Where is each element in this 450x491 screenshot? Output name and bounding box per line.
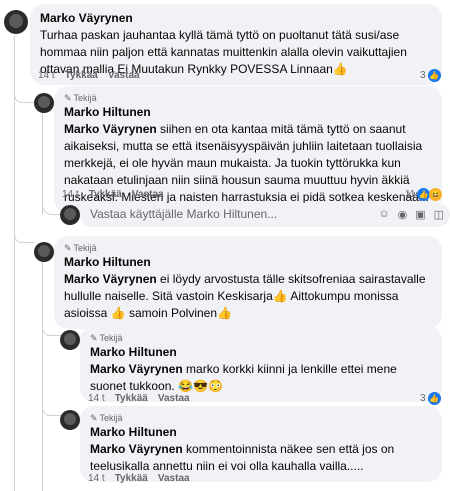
author-badge-label: Tekijä: [73, 243, 97, 253]
author-badge-label: Tekijä: [73, 93, 97, 103]
pencil-icon: ✎: [64, 93, 72, 103]
comment-bubble: ✎ Tekijä Marko Hiltunen Marko Väyrynen ei…: [54, 236, 442, 329]
reply-input[interactable]: Vastaa käyttäjälle Marko Hiltunen... ☺ ◉…: [80, 203, 450, 227]
thumbs-up-icon: 👍: [427, 392, 441, 405]
comment-text: Marko Väyrynen marko korkki kiinni ja le…: [90, 362, 400, 393]
like-button[interactable]: Tykkää: [65, 70, 98, 81]
like-button[interactable]: Tykkää: [89, 189, 122, 200]
comment-text: Marko Väyrynen kommentoinnista näkee sen…: [90, 442, 398, 473]
author-badge: ✎ Tekijä: [90, 332, 432, 344]
gif-icon[interactable]: ▣: [415, 208, 425, 221]
author-badge: ✎ Tekijä: [64, 242, 432, 254]
thread-line: [14, 36, 15, 491]
comment-actions: 14 t Tykkää Vastaa: [88, 473, 190, 484]
reaction-number: 3: [420, 393, 426, 404]
thread-connector: [14, 235, 34, 243]
avatar[interactable]: [60, 330, 80, 350]
avatar[interactable]: [34, 242, 54, 262]
reply-button[interactable]: Vastaa: [132, 189, 164, 200]
pencil-icon: ✎: [64, 243, 72, 253]
thread-connector: [14, 95, 34, 103]
avatar[interactable]: [60, 410, 80, 430]
comment-text: Turhaa paskan jauhantaa kyllä tämä tyttö…: [40, 28, 411, 76]
laughing-face-icon: 😆: [429, 188, 443, 201]
avatar[interactable]: [34, 93, 54, 113]
thread-line: [42, 255, 43, 491]
comment-author[interactable]: Marko Hiltunen: [90, 344, 432, 361]
sticker-icon[interactable]: ◫: [434, 208, 444, 221]
reaction-count[interactable]: 11 👍 😆: [405, 188, 443, 201]
mention-link[interactable]: Marko Väyrynen: [64, 272, 157, 286]
mention-link[interactable]: Marko Väyrynen: [90, 362, 183, 376]
thumbs-up-icon: 👍: [427, 69, 441, 82]
thread-connector: [42, 408, 62, 416]
comment-actions: 14 t Tykkää Vastaa: [88, 393, 190, 404]
comment-bubble: ✎ Tekijä Marko Hiltunen Marko Väyrynen ko…: [80, 406, 442, 482]
pencil-icon: ✎: [90, 413, 98, 423]
comment-actions: 14 t Tykkää Vastaa: [62, 189, 164, 200]
pencil-icon: ✎: [90, 333, 98, 343]
like-button[interactable]: Tykkää: [115, 473, 148, 484]
author-badge: ✎ Tekijä: [90, 412, 432, 424]
comment-timestamp[interactable]: 14 t: [38, 70, 55, 81]
comment-author[interactable]: Marko Väyrynen: [40, 10, 432, 27]
author-badge-label: Tekijä: [99, 413, 123, 423]
reply-button[interactable]: Vastaa: [158, 393, 190, 404]
mention-link[interactable]: Marko Väyrynen: [64, 122, 157, 136]
comment-author[interactable]: Marko Hiltunen: [90, 424, 432, 441]
reaction-count[interactable]: 3 👍: [420, 69, 441, 82]
mention-link[interactable]: Marko Väyrynen: [90, 442, 183, 456]
reaction-number: 3: [420, 70, 426, 81]
current-user-avatar: [60, 205, 80, 225]
reply-button[interactable]: Vastaa: [108, 70, 140, 81]
comment-bubble: ✎ Tekijä Marko Hiltunen Marko Väyrynen ma…: [80, 326, 442, 402]
comment-timestamp[interactable]: 14 t: [88, 473, 105, 484]
comment-actions: 14 t Tykkää Vastaa: [38, 70, 140, 81]
reaction-count[interactable]: 3 👍: [420, 392, 441, 405]
comment-timestamp[interactable]: 14 t: [62, 189, 79, 200]
reply-input-placeholder: Vastaa käyttäjälle Marko Hiltunen...: [90, 207, 278, 221]
reply-button[interactable]: Vastaa: [158, 473, 190, 484]
like-button[interactable]: Tykkää: [115, 393, 148, 404]
reaction-number: 11: [405, 189, 416, 200]
comment-author[interactable]: Marko Hiltunen: [64, 104, 432, 121]
author-badge-label: Tekijä: [99, 333, 123, 343]
thread-line: [42, 112, 43, 215]
avatar[interactable]: [4, 10, 28, 34]
emoji-icon[interactable]: ☺: [378, 208, 389, 221]
reply-toolbar: ☺ ◉ ▣ ◫: [378, 208, 444, 221]
thread-connector: [42, 328, 62, 336]
comment-timestamp[interactable]: 14 t: [88, 393, 105, 404]
comment-author[interactable]: Marko Hiltunen: [64, 254, 432, 271]
author-badge: ✎ Tekijä: [64, 92, 432, 104]
comment-text: Marko Väyrynen ei löydy arvostusta tälle…: [64, 272, 429, 320]
camera-icon[interactable]: ◉: [398, 208, 408, 221]
